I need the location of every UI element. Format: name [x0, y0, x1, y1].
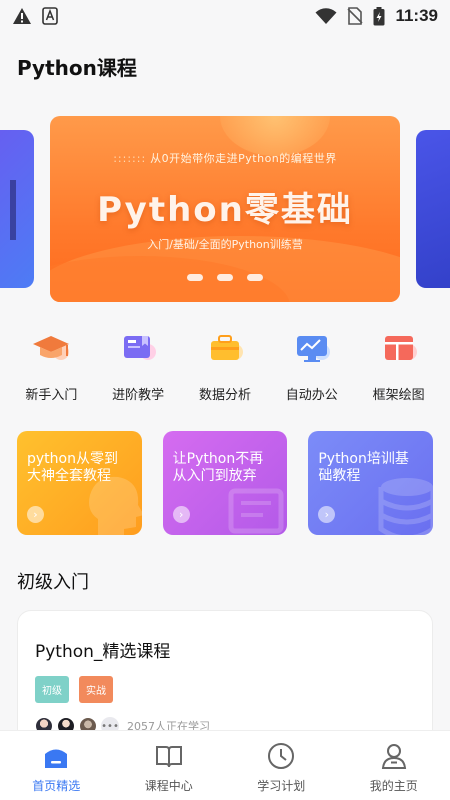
banner-title: Python零基础 [97, 190, 353, 230]
next-banner[interactable] [416, 130, 450, 288]
nav-label: 我的主页 [369, 779, 418, 793]
chevron-right-icon[interactable]: › [27, 506, 44, 523]
briefcase-icon [203, 330, 247, 366]
chevron-right-icon[interactable]: › [318, 506, 336, 523]
course-list-item[interactable]: Python_精选课程 初级 实战 ••• 2057人正在学习 [17, 610, 433, 750]
carousel-dot[interactable] [187, 274, 203, 281]
tab-course-center[interactable]: 课程中心 [124, 741, 214, 794]
featured-courses: python从零到 大神全套教程 › 让Python不再 从入门到放弃 › Py… [17, 431, 434, 535]
category-beginner[interactable]: 新手入门 [11, 330, 91, 410]
carousel-dot[interactable] [217, 274, 233, 281]
category-label: 框架绘图 [372, 388, 425, 403]
monitor-chart-icon [290, 330, 334, 366]
category-data-analysis[interactable]: 数据分析 [185, 330, 265, 410]
main-banner[interactable]: ::::::: 从0开始带你走进Python的编程世界 Python零基础 入门… [50, 116, 400, 302]
category-advanced[interactable]: 进阶教学 [98, 330, 178, 410]
category-label: 数据分析 [198, 388, 251, 403]
text-watermark-icon [228, 488, 284, 534]
user-icon [379, 741, 409, 771]
category-label: 进阶教学 [112, 388, 165, 403]
nav-label: 首页精选 [32, 779, 81, 793]
no-sim-icon [347, 7, 364, 25]
status-bar: 11:39 [0, 0, 450, 32]
category-label: 新手入门 [25, 388, 78, 403]
chevron-right-icon[interactable]: › [172, 506, 190, 523]
course-card-python-zero-to-master[interactable]: python从零到 大神全套教程 › [17, 431, 142, 535]
tab-my-home[interactable]: 我的主页 [349, 741, 439, 794]
page-title: Python课程 [17, 56, 137, 80]
course-title: Python_精选课程 [35, 642, 171, 662]
course-card-python-no-give-up[interactable]: 让Python不再 从入门到放弃 › [162, 431, 288, 535]
tag-practice: 实战 [79, 676, 113, 703]
category-framework-plotting[interactable]: 框架绘图 [359, 330, 439, 410]
section-title: 初级入门 [17, 572, 89, 593]
nav-label: 学习计划 [257, 779, 306, 793]
status-time: 11:39 [395, 6, 438, 25]
bottom-nav: 首页精选 课程中心 学习计划 我的主页 [0, 730, 450, 800]
course-tags: 初级 实战 [35, 676, 415, 703]
prev-banner[interactable] [0, 130, 34, 288]
banner-slogan: ::::::: 从0开始带你走进Python的编程世界 [113, 152, 337, 165]
tab-study-plan[interactable]: 学习计划 [236, 741, 326, 794]
carousel-indicator [50, 274, 400, 281]
banner-carousel[interactable]: ::::::: 从0开始带你走进Python的编程世界 Python零基础 入门… [0, 112, 450, 304]
wifi-icon [315, 7, 337, 25]
carousel-dot[interactable] [247, 274, 263, 281]
layout-frame-icon [377, 330, 421, 366]
nav-label: 课程中心 [144, 779, 193, 793]
card-title: 让Python不再 从入门到放弃 [172, 451, 264, 484]
course-card-python-training-basics[interactable]: Python培训基 础教程 › [308, 431, 434, 535]
tag-beginner: 初级 [35, 676, 69, 703]
category-label: 自动办公 [285, 388, 338, 403]
clock-icon [266, 741, 296, 771]
banner-subtitle: 入门/基础/全面的Python训练营 [147, 238, 303, 251]
book-bookmark-icon [116, 330, 160, 366]
category-office-automation[interactable]: 自动办公 [272, 330, 352, 410]
font-a-icon [42, 7, 58, 25]
battery-charging-icon [373, 6, 385, 26]
home-icon [41, 741, 71, 771]
open-book-icon [154, 741, 184, 771]
warning-icon [12, 7, 32, 25]
card-title: Python培训基 础教程 [318, 451, 409, 484]
card-title: python从零到 大神全套教程 [27, 451, 118, 484]
graduation-cap-icon [29, 330, 73, 366]
category-row: 新手入门 进阶教学 数据分析 自动办公 框架绘图 [0, 330, 450, 410]
tab-home[interactable]: 首页精选 [11, 741, 101, 794]
